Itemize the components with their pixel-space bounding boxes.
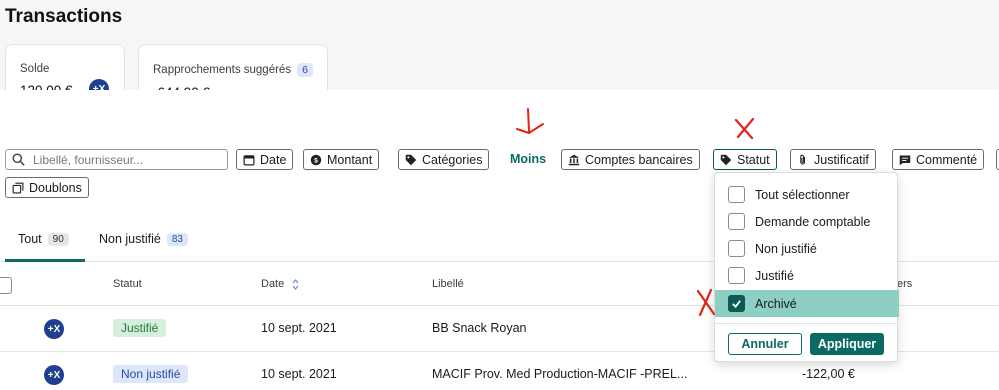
tab-tout[interactable]: Tout 90 [18, 232, 69, 246]
option-non-justifie[interactable]: Non justifié [715, 235, 899, 262]
svg-text:$: $ [314, 157, 318, 164]
calendar-icon [243, 154, 255, 165]
filter-montant-label: Montant [327, 152, 373, 167]
row-libelle: MACIF Prov. Med Production-MACIF -PREL..… [432, 367, 688, 381]
sort-icon[interactable] [292, 278, 299, 290]
option-justifie[interactable]: Justifié [715, 262, 899, 289]
status-badge: Non justifié [113, 365, 189, 383]
tab-non-justifie-label: Non justifié [99, 232, 161, 246]
search-icon [12, 153, 25, 166]
row-libelle: BB Snack Royan [432, 321, 527, 335]
copy-icon [12, 182, 24, 193]
rapprochements-count-badge: 6 [297, 63, 313, 77]
dropdown-divider [715, 323, 899, 324]
tag-icon [405, 154, 417, 165]
filter-categories-label: Catégories [422, 152, 483, 167]
checkbox[interactable] [728, 240, 745, 257]
search-placeholder: Libellé, fournisseur... [33, 152, 144, 167]
cancel-button[interactable]: Annuler [728, 333, 802, 355]
annotation-down-arrow [516, 108, 544, 135]
option-tout-selectionner[interactable]: Tout sélectionner [715, 181, 899, 208]
filter-commente-button[interactable]: Commenté [892, 149, 985, 170]
tab-non-justifie-count: 83 [166, 232, 188, 246]
option-label: Tout sélectionner [755, 187, 850, 202]
filter-montant-button[interactable]: $ Montant [303, 149, 380, 170]
search-input[interactable]: Libellé, fournisseur... [5, 149, 228, 170]
option-label: Demande comptable [755, 214, 871, 229]
filter-moins-link[interactable]: Moins [510, 152, 546, 166]
bank-icon [568, 154, 580, 165]
filter-comptes-label: Comptes bancaires [585, 152, 693, 167]
bank-logo-icon: +X [44, 365, 64, 385]
page-title: Transactions [5, 6, 123, 27]
check-icon [732, 300, 741, 309]
checkbox[interactable] [728, 213, 745, 230]
checkbox[interactable] [728, 267, 745, 284]
filter-doublons-label: Doublons [29, 180, 82, 195]
col-header-date-label: Date [261, 278, 285, 290]
row-montant: -122,00 € [802, 367, 855, 381]
option-label: Non justifié [755, 241, 817, 256]
filter-date-button[interactable]: Date [236, 149, 294, 170]
select-all-checkbox[interactable] [0, 277, 12, 294]
tab-tout-count: 90 [47, 232, 69, 246]
tab-tout-label: Tout [18, 232, 42, 246]
option-label: Justifié [755, 268, 794, 283]
status-badge: Justifié [113, 319, 167, 337]
filter-doublons-button[interactable]: Doublons [5, 177, 89, 198]
rapprochements-label: Rapprochements suggérés [153, 64, 292, 76]
filter-justificatif-label: Justificatif [814, 152, 869, 167]
coin-icon: $ [310, 154, 322, 165]
filter-statut-button[interactable]: Statut [713, 149, 777, 170]
col-header-libelle[interactable]: Libellé [432, 278, 464, 290]
filter-categories-button[interactable]: Catégories [398, 149, 490, 170]
filter-commente-label: Commenté [916, 152, 978, 167]
statut-dropdown: Tout sélectionner Demande comptable Non … [714, 172, 899, 362]
annotation-cross-statut [734, 117, 755, 140]
checkbox[interactable] [728, 186, 745, 203]
row-date: 10 sept. 2021 [261, 367, 337, 381]
tag-icon [720, 154, 732, 165]
solde-label: Solde [20, 63, 50, 75]
row-date: 10 sept. 2021 [261, 321, 337, 335]
annotation-cross-archive [696, 288, 716, 317]
filter-comptes-button[interactable]: Comptes bancaires [561, 149, 700, 170]
bank-logo-icon: +X [44, 319, 64, 339]
option-archive[interactable]: Archivé [715, 290, 899, 317]
apply-button[interactable]: Appliquer [810, 333, 884, 355]
col-header-partial[interactable]: ers [897, 278, 912, 290]
col-header-statut[interactable]: Statut [113, 278, 142, 290]
paperclip-icon [800, 154, 805, 165]
checkbox-checked[interactable] [728, 295, 745, 312]
option-demande-comptable[interactable]: Demande comptable [715, 208, 899, 235]
tab-non-justifie[interactable]: Non justifié 83 [99, 232, 188, 246]
filter-date-label: Date [260, 152, 287, 167]
filter-statut-label: Statut [737, 152, 770, 167]
option-label: Archivé [755, 296, 797, 311]
col-header-date[interactable]: Date [261, 278, 299, 290]
filter-justificatif-button[interactable]: Justificatif [790, 149, 876, 170]
comment-icon [899, 155, 911, 165]
